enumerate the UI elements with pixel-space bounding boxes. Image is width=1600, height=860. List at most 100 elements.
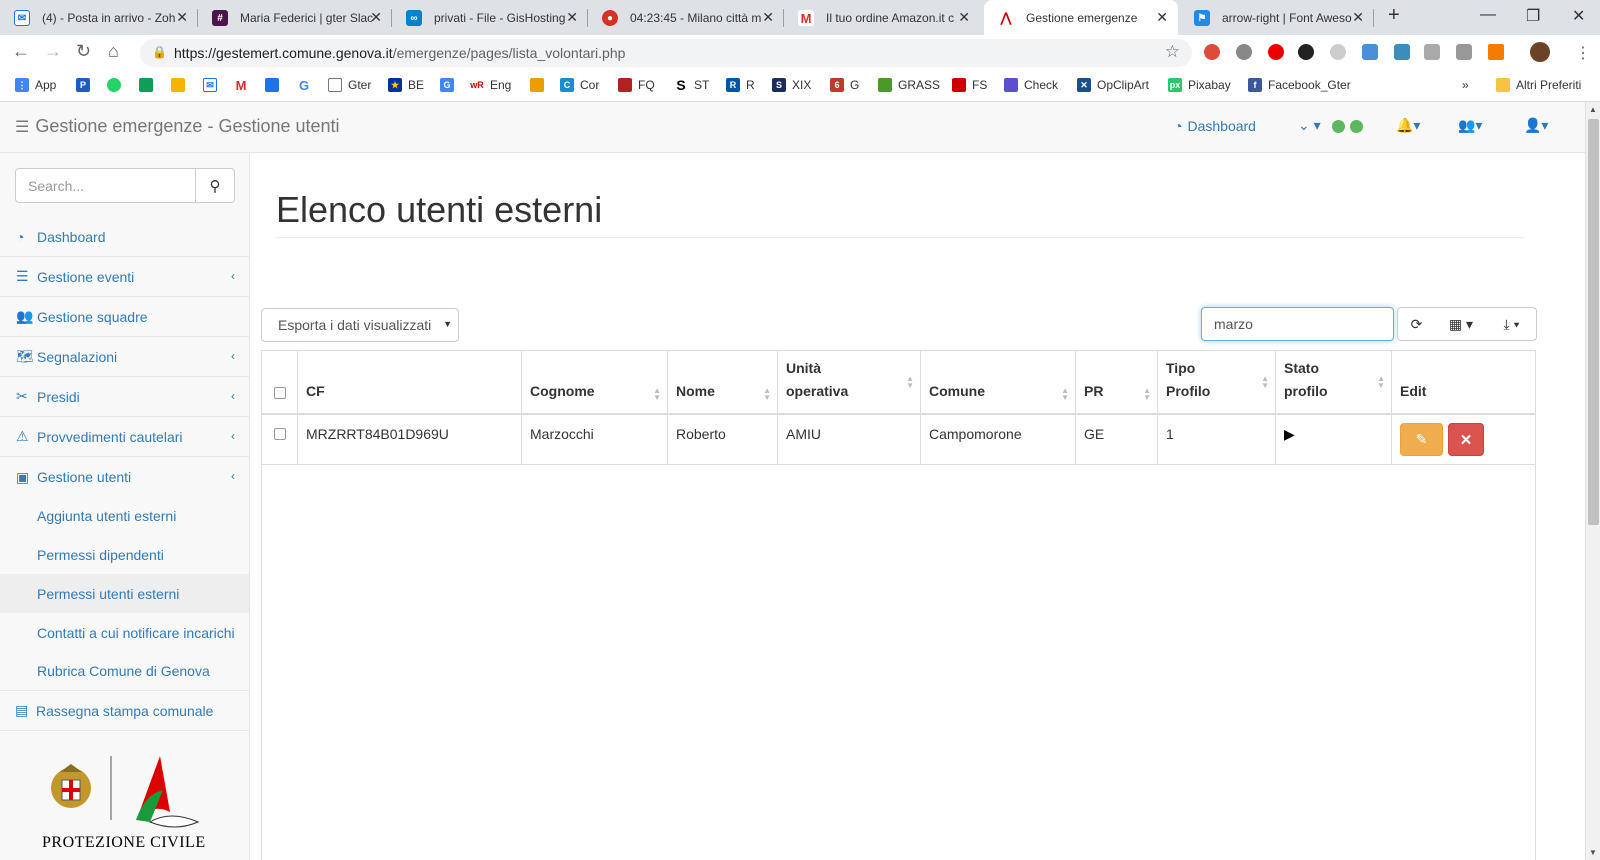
minimize-icon[interactable]: —: [1480, 6, 1496, 24]
user-icon[interactable]: 👤▾: [1524, 117, 1548, 134]
close-icon[interactable]: ✕: [1352, 9, 1364, 26]
select-all-checkbox[interactable]: [273, 387, 286, 399]
export-select[interactable]: Esporta i dati visualizzati ▼: [261, 308, 459, 342]
avatar[interactable]: [1530, 42, 1550, 62]
column-header-nome[interactable]: Nome ▲ ▼: [668, 351, 778, 415]
browser-tab[interactable]: ● 04:23:45 - Milano città m ✕: [588, 0, 784, 35]
sidebar-item-rassegna-stampa[interactable]: ▤ Rassegna stampa comunale: [0, 691, 249, 731]
close-icon[interactable]: ✕: [566, 9, 578, 26]
close-icon[interactable]: ✕: [370, 9, 382, 26]
browser-tab-active[interactable]: ⋀ Gestione emergenze ✕: [984, 0, 1178, 35]
window-close-icon[interactable]: ✕: [1572, 6, 1585, 26]
extension-icon[interactable]: [1330, 44, 1346, 60]
address-bar[interactable]: 🔒 https://gestemert.comune.genova.it/eme…: [140, 39, 1192, 67]
sidebar-subitem-permessi-utenti-esterni[interactable]: Permessi utenti esterni: [0, 574, 249, 613]
browser-tab[interactable]: # Maria Federici | gter Slac ✕: [198, 0, 392, 35]
sidebar-subitem-permessi-dipendenti[interactable]: Permessi dipendenti: [0, 535, 249, 574]
extension-icon[interactable]: [1424, 44, 1440, 60]
bookmark-item[interactable]: S ST: [674, 77, 709, 93]
new-tab-icon[interactable]: +: [1388, 4, 1400, 27]
bookmark-item[interactable]: GRASS: [878, 78, 940, 92]
bookmark-star-icon[interactable]: ☆: [1165, 42, 1180, 62]
bookmark-item[interactable]: px Pixabay: [1168, 78, 1231, 92]
bookmark-item[interactable]: G: [297, 78, 317, 93]
bookmark-item[interactable]: [139, 78, 159, 92]
opera-extension-icon[interactable]: [1268, 44, 1284, 60]
browser-tab[interactable]: ∞ privati - File - GisHosting ✕: [392, 0, 588, 35]
bookmark-item[interactable]: [530, 78, 550, 92]
bookmark-item[interactable]: ✉: [203, 78, 223, 92]
row-checkbox[interactable]: [274, 428, 286, 440]
menu-icon[interactable]: ⋮: [1575, 43, 1591, 63]
other-bookmarks[interactable]: Altri Preferiti: [1496, 78, 1581, 92]
bookmark-item[interactable]: wR Eng: [470, 78, 511, 92]
browser-tab[interactable]: M Il tuo ordine Amazon.it c ✕: [784, 0, 980, 35]
column-header-stato-profilo[interactable]: Stato profilo ▲ ▼: [1276, 351, 1392, 415]
scrollbar-thumb[interactable]: [1588, 119, 1599, 525]
column-header-cf[interactable]: CF: [298, 351, 522, 415]
column-header-unita-operativa[interactable]: Unità operativa ▲ ▼: [778, 351, 921, 415]
sidebar-subitem-contatti[interactable]: Contatti a cui notificare incarichi: [0, 613, 249, 652]
sidebar-subitem-rubrica[interactable]: Rubrica Comune di Genova: [0, 652, 249, 691]
sidebar-subitem-aggiunta-utenti[interactable]: Aggiunta utenti esterni: [0, 496, 249, 535]
navbar-brand[interactable]: ☰ Gestione emergenze - Gestione utenti: [15, 116, 340, 137]
extension-icon[interactable]: [1488, 44, 1504, 60]
extension-icon[interactable]: [1298, 44, 1314, 60]
extension-icon[interactable]: [1394, 44, 1410, 60]
bookmark-item[interactable]: 6G: [830, 78, 859, 92]
sidebar-item-presidi[interactable]: ✂ Presidi ‹: [0, 377, 249, 417]
sidebar-item-dashboard[interactable]: ◔ Dashboard: [0, 217, 249, 257]
column-header-tipo-profilo[interactable]: Tipo Profilo ▲ ▼: [1158, 351, 1276, 415]
browser-tab[interactable]: ⚑ arrow-right | Font Aweso ✕: [1180, 0, 1374, 35]
bell-icon[interactable]: 🔔▾: [1396, 117, 1420, 134]
edit-user-button[interactable]: ✎: [1400, 423, 1443, 456]
bookmark-item[interactable]: [107, 78, 127, 92]
column-header-pr[interactable]: PR ▲ ▼: [1076, 351, 1158, 415]
table-search-input[interactable]: [1201, 307, 1394, 341]
bookmark-item[interactable]: FQ: [618, 78, 655, 92]
status-dropdown-icon[interactable]: ⌄ ▾: [1298, 117, 1321, 134]
extension-icon[interactable]: [1236, 44, 1252, 60]
bookmark-item[interactable]: G: [440, 78, 460, 92]
bookmark-item[interactable]: ⋮ App: [15, 78, 56, 92]
bookmark-item[interactable]: S XIX: [772, 78, 811, 92]
extension-icon[interactable]: [1456, 44, 1472, 60]
browser-tab[interactable]: ✉ (4) - Posta in arrivo - Zoh ✕: [0, 0, 198, 35]
home-icon[interactable]: ⌂: [108, 41, 119, 62]
bookmark-item[interactable]: RR: [726, 78, 755, 92]
sidebar-item-gestione-utenti[interactable]: ▣ Gestione utenti ‹: [0, 457, 249, 497]
bookmark-item[interactable]: P: [76, 78, 96, 92]
bookmark-item[interactable]: Check: [1004, 78, 1058, 92]
sidebar-item-provvedimenti[interactable]: ⚠ Provvedimenti cautelari ‹: [0, 417, 249, 457]
bookmark-item[interactable]: f Facebook_Gter: [1248, 78, 1351, 92]
google-plus-extension-icon[interactable]: [1204, 44, 1220, 60]
bookmark-item[interactable]: Gter: [328, 78, 371, 92]
refresh-button[interactable]: ⟳: [1397, 307, 1436, 341]
search-button[interactable]: ⚲: [196, 168, 235, 203]
column-header-comune[interactable]: Comune ▲ ▼: [921, 351, 1076, 415]
maximize-icon[interactable]: ❐: [1526, 6, 1540, 26]
close-icon[interactable]: ✕: [958, 9, 970, 26]
bookmarks-overflow[interactable]: »: [1462, 78, 1469, 92]
page-scrollbar[interactable]: ▲ ▼: [1585, 102, 1600, 860]
close-icon[interactable]: ✕: [1156, 9, 1168, 26]
forward-icon[interactable]: →: [44, 41, 62, 62]
export-button[interactable]: ⤓ ▾: [1487, 307, 1537, 341]
close-icon[interactable]: ✕: [176, 9, 188, 26]
bookmark-item[interactable]: ★ BE: [388, 78, 424, 92]
delete-user-button[interactable]: ✕: [1448, 423, 1484, 456]
extension-icon[interactable]: [1362, 44, 1378, 60]
sidebar-search-input[interactable]: [15, 168, 196, 203]
bookmark-item[interactable]: [171, 78, 191, 92]
bookmark-item[interactable]: FS: [952, 78, 987, 92]
scroll-up-icon[interactable]: ▲: [1589, 105, 1597, 114]
scroll-down-icon[interactable]: ▼: [1589, 848, 1597, 857]
bookmark-item[interactable]: M: [234, 78, 254, 93]
bookmark-item[interactable]: [265, 78, 285, 92]
sidebar-item-gestione-eventi[interactable]: ☰ Gestione eventi ‹: [0, 257, 249, 297]
dashboard-link[interactable]: ◔ Dashboard: [1174, 118, 1256, 134]
users-icon[interactable]: 👥▾: [1458, 117, 1482, 134]
bookmark-item[interactable]: C Cor: [560, 78, 599, 92]
sidebar-item-segnalazioni[interactable]: 🗺 Segnalazioni ‹: [0, 337, 249, 377]
columns-button[interactable]: ▦ ▾: [1435, 307, 1488, 341]
